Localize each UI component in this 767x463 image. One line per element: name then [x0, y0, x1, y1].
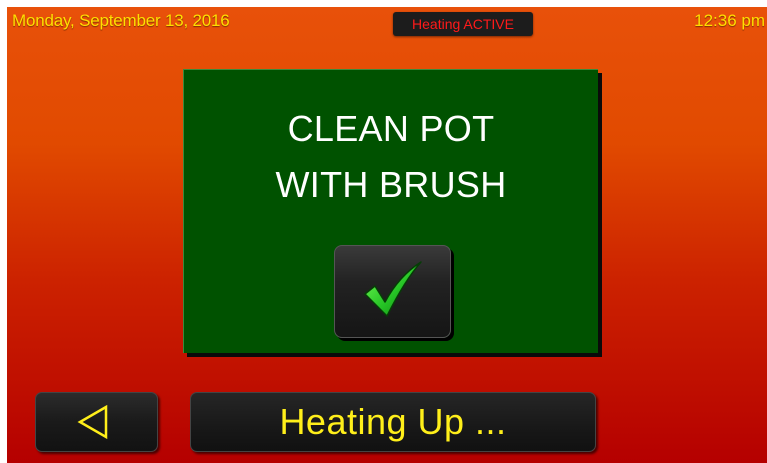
prompt-line-1: CLEAN POT — [287, 108, 495, 149]
date-label: Monday, September 13, 2016 — [12, 11, 230, 30]
status-text: Heating Up ... — [279, 401, 507, 442]
back-triangle-icon — [77, 404, 108, 440]
status-bar: Heating Up ... — [190, 392, 596, 452]
prompt-line-2: WITH BRUSH — [275, 164, 507, 205]
prompt-panel: CLEAN POT WITH BRUSH — [183, 69, 598, 353]
screen: Monday, September 13, 2016 Heating ACTIV… — [7, 7, 767, 463]
status-badge: Heating ACTIVE — [393, 12, 533, 36]
back-button[interactable] — [35, 392, 158, 452]
time-label: 12:36 pm — [694, 11, 765, 30]
checkmark-icon — [364, 261, 422, 317]
confirm-button[interactable] — [334, 245, 451, 338]
